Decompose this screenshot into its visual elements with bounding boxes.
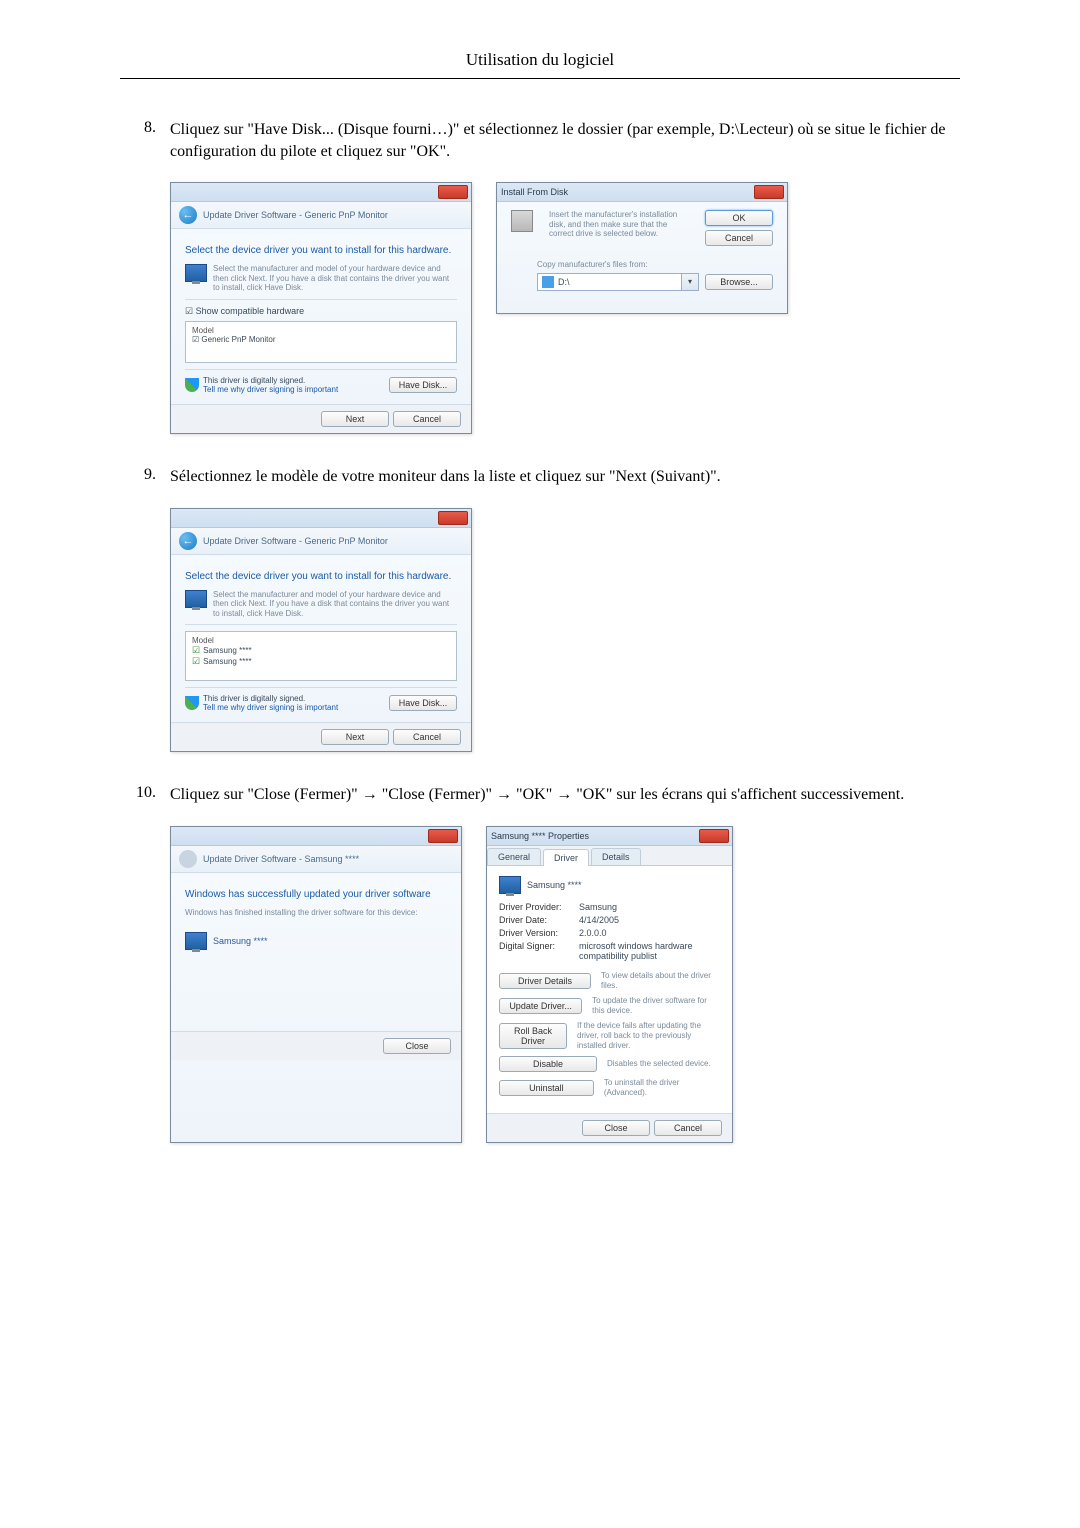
- close-icon[interactable]: [438, 511, 468, 525]
- dialog-title: Samsung **** Properties: [491, 831, 589, 841]
- success-dialog: Update Driver Software - Samsung **** Wi…: [170, 826, 462, 1143]
- dialog-subtext: Select the manufacturer and model of you…: [213, 264, 457, 293]
- back-icon[interactable]: ←: [179, 532, 197, 550]
- chevron-down-icon[interactable]: ▾: [682, 273, 699, 291]
- cancel-button[interactable]: Cancel: [393, 729, 461, 745]
- device-name: Samsung ****: [213, 936, 268, 946]
- disable-button[interactable]: Disable: [499, 1056, 597, 1072]
- close-button[interactable]: Close: [582, 1120, 650, 1136]
- breadcrumb-text: Update Driver Software - Generic PnP Mon…: [203, 536, 388, 546]
- signing-link[interactable]: Tell me why driver signing is important: [203, 385, 338, 394]
- dialog-footer: Next Cancel: [171, 404, 471, 433]
- close-icon[interactable]: [438, 185, 468, 199]
- close-icon[interactable]: [699, 829, 729, 843]
- title-bar: [171, 827, 461, 846]
- drive-icon: [542, 276, 554, 288]
- tab-general[interactable]: General: [487, 848, 541, 865]
- signing-link[interactable]: Tell me why driver signing is important: [203, 703, 338, 712]
- cancel-button[interactable]: Cancel: [705, 230, 773, 246]
- signed-label: This driver is digitally signed.: [203, 376, 338, 385]
- copy-from-label: Copy manufacturer's files from:: [537, 260, 773, 270]
- compat-checkbox[interactable]: ☑ Show compatible hardware: [185, 306, 304, 316]
- dialog-footer: Close: [171, 1031, 461, 1060]
- select-model-dialog: ← Update Driver Software - Generic PnP M…: [170, 508, 472, 753]
- step-9: 9. Sélectionnez le modèle de votre monit…: [120, 466, 960, 488]
- breadcrumb: ← Update Driver Software - Generic PnP M…: [171, 528, 471, 555]
- monitor-icon: [185, 590, 207, 608]
- list-item[interactable]: Generic PnP Monitor: [201, 335, 275, 344]
- have-disk-button[interactable]: Have Disk...: [389, 377, 457, 393]
- step-number: 8.: [120, 119, 170, 162]
- dialog-footer: Close Cancel: [487, 1113, 732, 1142]
- dialog-title: Install From Disk: [501, 187, 568, 197]
- driver-details-button[interactable]: Driver Details: [499, 973, 591, 989]
- page-title: Utilisation du logiciel: [120, 50, 960, 79]
- breadcrumb-text: Update Driver Software - Samsung ****: [203, 854, 359, 864]
- next-button[interactable]: Next: [321, 411, 389, 427]
- floppy-icon: [511, 210, 533, 232]
- dialog-subtext: Select the manufacturer and model of you…: [213, 590, 457, 619]
- tab-driver[interactable]: Driver: [543, 849, 589, 866]
- breadcrumb: Update Driver Software - Samsung ****: [171, 846, 461, 873]
- step-8-images: ← Update Driver Software - Generic PnP M…: [170, 182, 960, 434]
- ok-button[interactable]: OK: [705, 210, 773, 226]
- properties-dialog: Samsung **** Properties General Driver D…: [486, 826, 733, 1143]
- model-list[interactable]: Model ☑ Generic PnP Monitor: [185, 321, 457, 363]
- device-name: Samsung ****: [527, 880, 582, 890]
- breadcrumb: ← Update Driver Software - Generic PnP M…: [171, 202, 471, 229]
- next-button[interactable]: Next: [321, 729, 389, 745]
- list-item[interactable]: Samsung ****: [203, 646, 251, 655]
- monitor-icon: [499, 876, 521, 894]
- step-text: Sélectionnez le modèle de votre moniteur…: [170, 466, 960, 488]
- step-text: Cliquez sur "Have Disk... (Disque fourni…: [170, 119, 960, 162]
- dialog-heading: Select the device driver you want to ins…: [185, 571, 457, 582]
- dialog-subtext: Windows has finished installing the driv…: [185, 908, 447, 918]
- have-disk-button[interactable]: Have Disk...: [389, 695, 457, 711]
- update-driver-button[interactable]: Update Driver...: [499, 998, 582, 1014]
- title-bar: [171, 509, 471, 528]
- uninstall-button[interactable]: Uninstall: [499, 1080, 594, 1096]
- back-icon: [179, 850, 197, 868]
- step-number: 9.: [120, 466, 170, 488]
- document-page: Utilisation du logiciel 8. Cliquez sur "…: [0, 0, 1080, 1235]
- dialog-footer: Next Cancel: [171, 722, 471, 751]
- shield-icon: [185, 696, 199, 710]
- shield-icon: [185, 378, 199, 392]
- update-driver-dialog: ← Update Driver Software - Generic PnP M…: [170, 182, 472, 434]
- rollback-driver-button[interactable]: Roll Back Driver: [499, 1023, 567, 1049]
- tab-bar: General Driver Details: [487, 846, 732, 866]
- cancel-button[interactable]: Cancel: [393, 411, 461, 427]
- browse-button[interactable]: Browse...: [705, 274, 773, 290]
- monitor-icon: [185, 932, 207, 950]
- close-icon[interactable]: [428, 829, 458, 843]
- step-text: Cliquez sur "Close (Fermer)" → "Close (F…: [170, 784, 960, 806]
- dialog-heading: Select the device driver you want to ins…: [185, 245, 457, 256]
- breadcrumb-text: Update Driver Software - Generic PnP Mon…: [203, 210, 388, 220]
- monitor-icon: [185, 264, 207, 282]
- cancel-button[interactable]: Cancel: [654, 1120, 722, 1136]
- step-10: 10. Cliquez sur "Close (Fermer)" → "Clos…: [120, 784, 960, 806]
- dialog-message: Insert the manufacturer's installation d…: [549, 210, 693, 239]
- install-from-disk-dialog: Install From Disk Insert the manufacture…: [496, 182, 788, 314]
- path-input[interactable]: D:\: [537, 273, 682, 291]
- model-list[interactable]: Model ☑Samsung **** ☑Samsung ****: [185, 631, 457, 681]
- dialog-heading: Windows has successfully updated your dr…: [185, 889, 447, 900]
- close-icon[interactable]: [754, 185, 784, 199]
- back-icon[interactable]: ←: [179, 206, 197, 224]
- step-number: 10.: [120, 784, 170, 806]
- step-10-images: Update Driver Software - Samsung **** Wi…: [170, 826, 960, 1143]
- step-8: 8. Cliquez sur "Have Disk... (Disque fou…: [120, 119, 960, 162]
- step-9-images: ← Update Driver Software - Generic PnP M…: [170, 508, 960, 753]
- title-bar: Install From Disk: [497, 183, 787, 202]
- list-item[interactable]: Samsung ****: [203, 657, 251, 666]
- tab-details[interactable]: Details: [591, 848, 641, 865]
- signed-label: This driver is digitally signed.: [203, 694, 338, 703]
- close-button[interactable]: Close: [383, 1038, 451, 1054]
- title-bar: [171, 183, 471, 202]
- title-bar: Samsung **** Properties: [487, 827, 732, 846]
